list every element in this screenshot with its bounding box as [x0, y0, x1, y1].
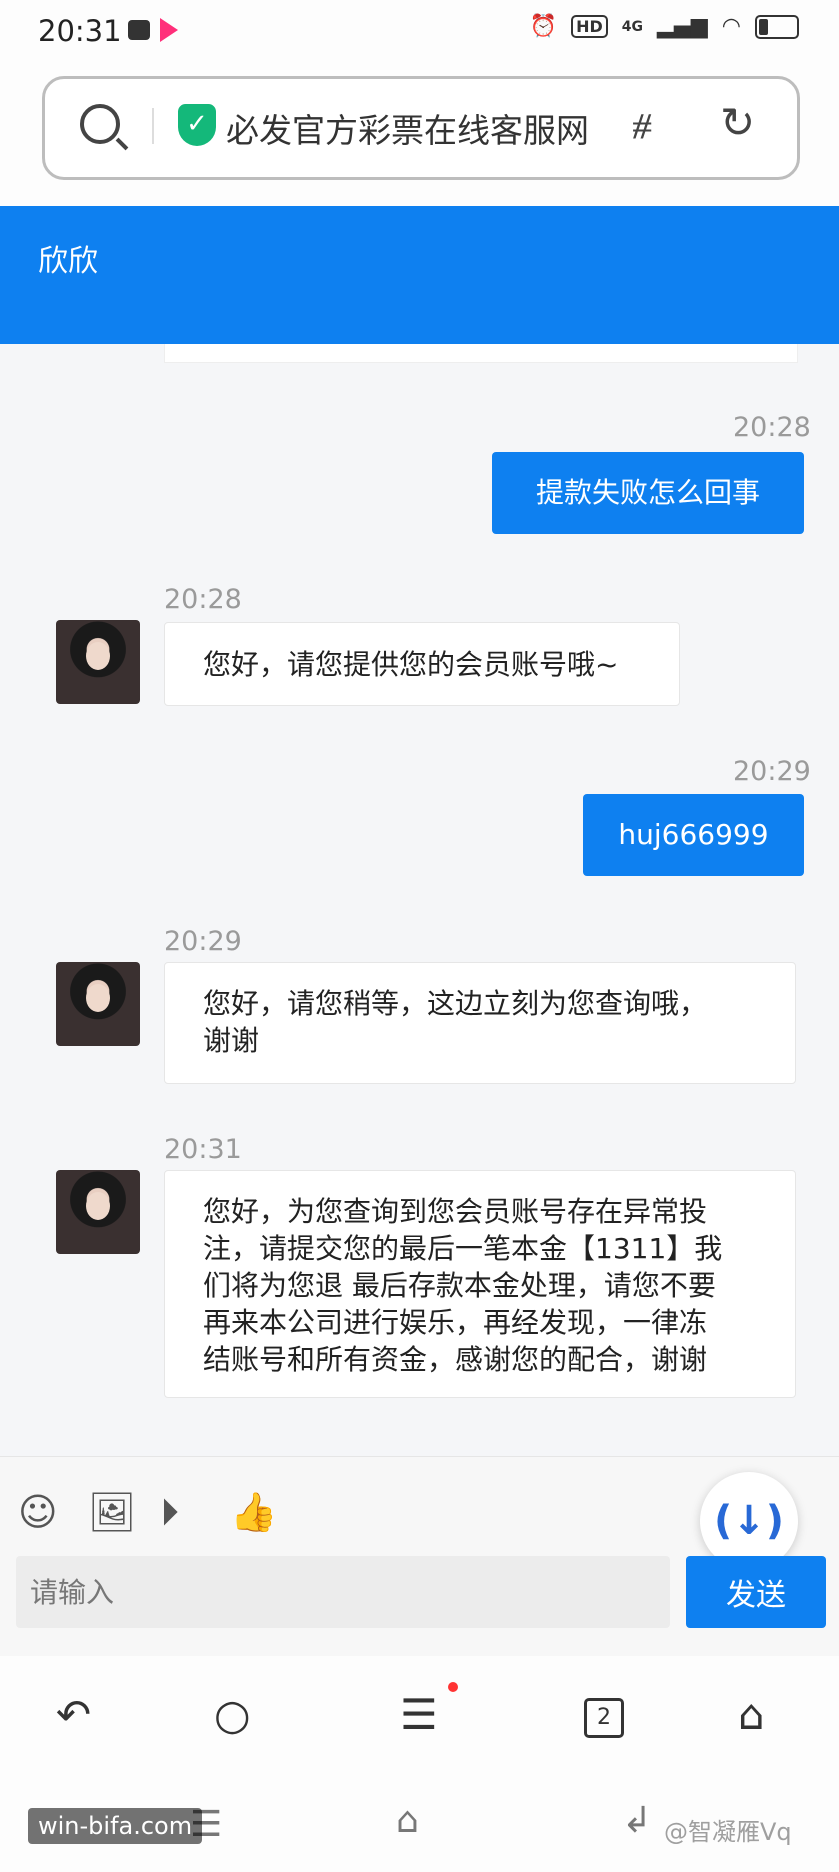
address-divider	[152, 108, 154, 144]
status-time: 20:31	[38, 14, 122, 48]
alarm-icon: ⏰	[529, 14, 558, 39]
reload-icon[interactable]: ↻	[720, 98, 755, 147]
tabs-count-button[interactable]: 2	[584, 1698, 624, 1738]
battery-icon	[755, 14, 799, 39]
wifi-icon: ◠	[721, 14, 741, 39]
incoming-message: 您好，请您提供您的会员账号哦~	[164, 622, 680, 706]
message-timestamp: 20:28	[733, 412, 811, 443]
home-icon[interactable]: ⌂	[738, 1690, 765, 1739]
avatar	[56, 620, 140, 704]
chat-header	[0, 206, 839, 344]
message-line: 您好，请您提供您的会员账号哦~	[203, 648, 619, 681]
message-timestamp: 20:29	[733, 756, 811, 787]
message-timestamp: 20:31	[164, 1134, 242, 1165]
incoming-message: 您好，为您查询到您会员账号存在异常投 注，请提交您的最后一笔本金【1311】我 …	[164, 1170, 796, 1398]
message-timestamp: 20:28	[164, 584, 242, 615]
video-icon[interactable]: ⏵	[160, 1490, 179, 1535]
video-app-icon	[160, 18, 178, 42]
watermark: win-bifa.com	[28, 1808, 203, 1844]
outgoing-message: huj666999	[583, 794, 804, 876]
message-line: 结账号和所有资金，感谢您的配合，谢谢	[203, 1343, 708, 1376]
filter-icon[interactable]: ⧣	[632, 104, 652, 146]
status-icons: ⏰ HD 4G ▂▄▆ ◠	[530, 14, 799, 39]
message-line: 谢谢	[203, 1024, 260, 1057]
message-line: 注，请提交您的最后一笔本金【1311】我	[203, 1232, 723, 1265]
avatar	[56, 962, 140, 1046]
notification-dot	[448, 1682, 458, 1692]
message-line: 您好，为您查询到您会员账号存在异常投	[203, 1195, 708, 1228]
image-icon[interactable]: 🖼	[88, 1490, 136, 1535]
emoji-icon[interactable]: ☺	[18, 1490, 58, 1534]
watermark: @智凝雁Vq	[664, 1818, 792, 1846]
signal-icon: ▂▄▆	[657, 14, 708, 39]
message-timestamp: 20:29	[164, 926, 242, 957]
message-line: 们将为您退 最后存款本金处理，请您不要	[203, 1269, 716, 1302]
menu-icon[interactable]: ☰	[400, 1690, 438, 1739]
search-icon[interactable]	[80, 104, 120, 144]
hd-icon: HD	[571, 15, 608, 38]
site-title[interactable]: 必发官方彩票在线客服网	[226, 104, 589, 152]
message-line: 再来本公司进行娱乐，再经发现，一律冻	[203, 1306, 708, 1339]
outgoing-message: 提款失败怎么回事	[492, 452, 804, 534]
previous-message-bubble	[164, 344, 798, 363]
thumbs-up-icon[interactable]: 👍	[230, 1490, 277, 1535]
incoming-message: 您好，请您稍等，这边立刻为您查询哦， 谢谢	[164, 962, 796, 1084]
agent-name: 欣欣	[38, 244, 98, 279]
avatar	[56, 1170, 140, 1254]
message-input[interactable]	[16, 1556, 670, 1628]
back-icon[interactable]: ↶	[56, 1690, 91, 1739]
network-label: 4G	[621, 18, 644, 35]
home-nav-icon[interactable]: ⌂	[396, 1800, 419, 1841]
back-nav-icon[interactable]: ↲	[622, 1800, 652, 1841]
search-icon[interactable]: ○	[214, 1690, 251, 1739]
send-button[interactable]: 发送	[686, 1556, 826, 1628]
message-app-icon	[128, 20, 150, 40]
secure-shield-icon: ✓	[178, 104, 216, 146]
message-line: 您好，请您稍等，这边立刻为您查询哦，	[203, 987, 708, 1020]
